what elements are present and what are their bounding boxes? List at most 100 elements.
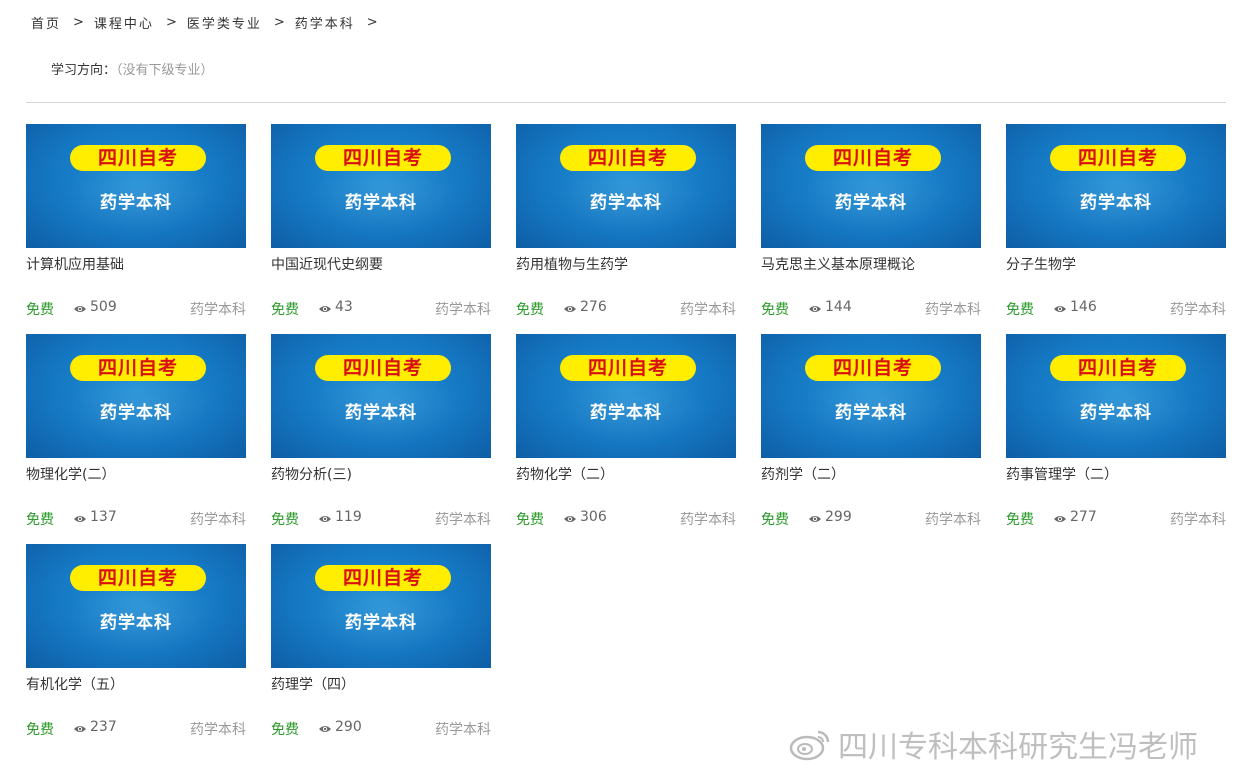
breadcrumb-medical-major[interactable]: 医学类专业 (187, 13, 262, 32)
breadcrumb-separator: > (366, 15, 380, 30)
price-badge: 免费 (1006, 302, 1034, 318)
course-thumbnail[interactable]: 四川自考 药学本科 (271, 124, 491, 248)
course-category[interactable]: 药学本科 (1170, 299, 1226, 319)
course-title[interactable]: 药物化学（二） (516, 464, 614, 484)
course-banner-subtitle: 药学本科 (1080, 403, 1152, 423)
course-card[interactable]: 四川自考 药学本科 马克思主义基本原理概论 免费 144 药学本科 (761, 124, 981, 334)
course-category[interactable]: 药学本科 (190, 509, 246, 529)
course-banner-subtitle: 药学本科 (100, 193, 172, 213)
view-count: 144 (808, 299, 852, 315)
course-thumbnail[interactable]: 四川自考 药学本科 (26, 334, 246, 458)
course-meta: 免费 277 药学本科 (1006, 508, 1226, 528)
course-title[interactable]: 药事管理学（二） (1006, 464, 1118, 484)
view-count: 299 (808, 509, 852, 525)
course-card[interactable]: 四川自考 药学本科药剂学（二） 免费 299 药学本科 (761, 334, 981, 544)
course-banner: 四川自考 (805, 145, 941, 171)
view-count: 276 (563, 299, 607, 315)
eye-icon (563, 302, 577, 312)
course-card[interactable]: 四川自考 药学本科 药理学（四） 免费 290 药学本科 (271, 544, 491, 754)
course-meta: 免费 290 药学本科 (271, 718, 491, 738)
course-banner-subtitle: 药学本科 (1080, 193, 1152, 213)
course-title[interactable]: 有机化学（五） (26, 674, 124, 694)
eye-icon (808, 512, 822, 522)
course-banner: 四川自考 (1050, 145, 1186, 171)
view-count-value: 43 (335, 299, 353, 315)
view-count: 137 (73, 509, 117, 525)
course-card[interactable]: 四川自考 药学本科 分子生物学 免费 146 药学本科 (1006, 124, 1226, 334)
view-count-value: 144 (825, 299, 852, 315)
course-title[interactable]: 药物分析(三) (271, 464, 352, 484)
course-banner: 四川自考 (1050, 355, 1186, 381)
course-thumbnail[interactable]: 四川自考 药学本科 (761, 124, 981, 248)
price-badge: 免费 (761, 512, 789, 528)
course-title[interactable]: 中国近现代史纲要 (271, 254, 383, 274)
course-card[interactable]: 四川自考 药学本科 药事管理学（二） 免费 277 药学本科 (1006, 334, 1226, 544)
course-title[interactable]: 物理化学(二） (26, 464, 115, 484)
breadcrumb-pharmacy[interactable]: 药学本科 (295, 13, 355, 32)
breadcrumb-separator: > (165, 15, 179, 30)
view-count-value: 137 (90, 509, 117, 525)
view-count: 43 (318, 299, 353, 315)
view-count: 277 (1053, 509, 1097, 525)
price-badge: 免费 (761, 302, 789, 318)
course-title[interactable]: 药用植物与生药学 (516, 254, 628, 274)
course-title[interactable]: 分子生物学 (1006, 254, 1076, 274)
course-card[interactable]: 四川自考 药学本科 药物化学（二） 免费 306 药学本科 (516, 334, 736, 544)
course-card[interactable]: 四川自考 药学本科 药物分析(三) 免费 119 药学本科 (271, 334, 491, 544)
course-title[interactable]: 马克思主义基本原理概论 (761, 254, 915, 274)
course-category[interactable]: 药学本科 (925, 299, 981, 319)
view-count: 146 (1053, 299, 1097, 315)
course-thumbnail[interactable]: 四川自考 药学本科 (26, 124, 246, 248)
course-banner-subtitle: 药学本科 (590, 193, 662, 213)
course-card[interactable]: 四川自考 药学本科 有机化学（五） 免费 237 药学本科 (26, 544, 246, 754)
course-banner-subtitle: 药学本科 (345, 613, 417, 633)
course-category[interactable]: 药学本科 (435, 509, 491, 529)
course-thumbnail[interactable]: 四川自考 药学本科 (26, 544, 246, 668)
course-thumbnail[interactable]: 四川自考 药学本科 (761, 334, 981, 458)
breadcrumb-separator: > (73, 15, 86, 30)
price-badge: 免费 (271, 302, 299, 318)
view-count-value: 277 (1070, 509, 1097, 525)
view-count: 509 (73, 299, 117, 315)
course-title[interactable]: 计算机应用基础 (26, 254, 124, 274)
course-thumbnail[interactable]: 四川自考 药学本科 (516, 124, 736, 248)
course-meta: 免费 144 药学本科 (761, 298, 981, 318)
course-thumbnail[interactable]: 四川自考 药学本科 (1006, 124, 1226, 248)
course-category[interactable]: 药学本科 (190, 719, 246, 739)
course-banner: 四川自考 (315, 355, 451, 381)
course-meta: 免费 276 药学本科 (516, 298, 736, 318)
course-category[interactable]: 药学本科 (435, 299, 491, 319)
course-meta: 免费 509 药学本科 (26, 298, 246, 318)
course-category[interactable]: 药学本科 (435, 719, 491, 739)
course-title[interactable]: 药剂学（二） (761, 464, 845, 484)
course-meta: 免费 119 药学本科 (271, 508, 491, 528)
breadcrumb-home[interactable]: 首页 (31, 13, 61, 32)
view-count-value: 146 (1070, 299, 1097, 315)
course-card[interactable]: 四川自考 药学本科中国近现代史纲要免费 43 药学本科 (271, 124, 491, 334)
view-count-value: 290 (335, 719, 362, 735)
eye-icon (73, 512, 87, 522)
course-banner-subtitle: 药学本科 (345, 193, 417, 213)
course-thumbnail[interactable]: 四川自考 药学本科 (1006, 334, 1226, 458)
course-card[interactable]: 四川自考 药学本科 计算机应用基础 免费 509 药学本科 (26, 124, 246, 334)
course-banner: 四川自考 (70, 565, 206, 591)
course-card[interactable]: 四川自考 药学本科物理化学(二） 免费 137 药学本科 (26, 334, 246, 544)
course-banner: 四川自考 (70, 355, 206, 381)
view-count-value: 276 (580, 299, 607, 315)
course-thumbnail[interactable]: 四川自考 药学本科 (271, 334, 491, 458)
course-thumbnail[interactable]: 四川自考 药学本科 (271, 544, 491, 668)
course-category[interactable]: 药学本科 (680, 299, 736, 319)
course-card[interactable]: 四川自考 药学本科 药用植物与生药学 免费 276 药学本科 (516, 124, 736, 334)
course-title[interactable]: 药理学（四） (271, 674, 355, 694)
eye-icon (73, 302, 87, 312)
course-category[interactable]: 药学本科 (1170, 509, 1226, 529)
course-category[interactable]: 药学本科 (190, 299, 246, 319)
price-badge: 免费 (26, 512, 54, 528)
course-thumbnail[interactable]: 四川自考 药学本科 (516, 334, 736, 458)
study-direction-label: 学习方向： (51, 63, 117, 78)
breadcrumb-course-center[interactable]: 课程中心 (94, 13, 154, 32)
price-badge: 免费 (1006, 512, 1034, 528)
course-category[interactable]: 药学本科 (925, 509, 981, 529)
course-banner: 四川自考 (560, 145, 696, 171)
course-category[interactable]: 药学本科 (680, 509, 736, 529)
